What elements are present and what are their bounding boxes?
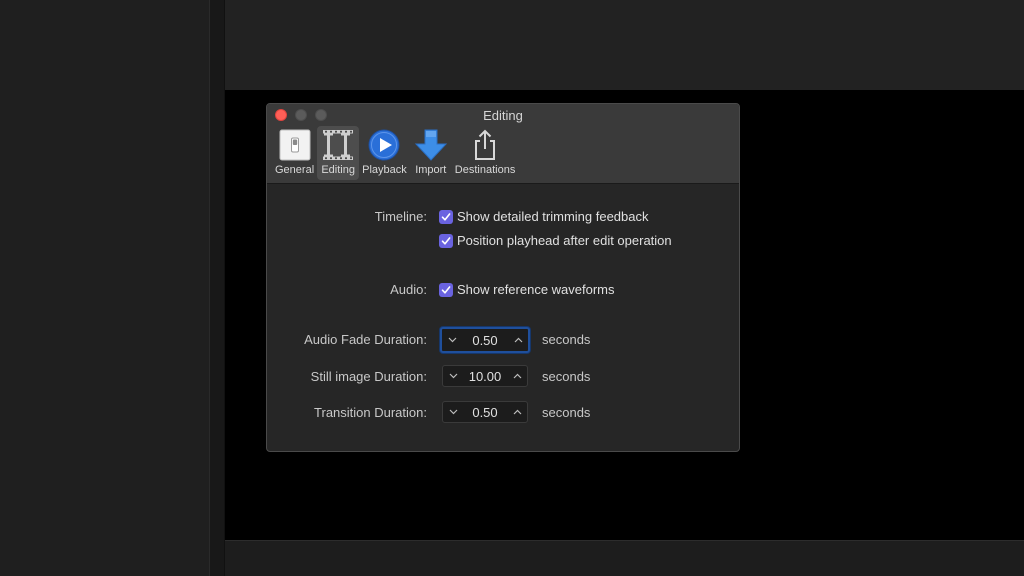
audio-fade-increment[interactable] (508, 329, 528, 351)
tab-editing-label: Editing (321, 164, 355, 176)
download-arrow-icon (413, 127, 449, 163)
position-playhead-text: Position playhead after edit operation (457, 233, 672, 248)
audio-fade-stepper[interactable]: 0.50 (440, 327, 530, 353)
library-sidebar (0, 0, 209, 576)
reference-waveforms-text: Show reference waveforms (457, 282, 615, 297)
tab-import[interactable]: Import (410, 126, 452, 180)
tab-import-label: Import (415, 164, 447, 176)
still-image-unit: seconds (542, 369, 591, 384)
tab-general-label: General (275, 164, 315, 176)
preferences-window: Editing General Editing Playback Import … (266, 103, 740, 452)
tab-destinations-label: Destinations (454, 164, 516, 176)
chevron-up-icon (514, 337, 522, 343)
chevron-down-icon (449, 373, 457, 379)
window-titlebar: Editing General Editing Playback Import … (267, 104, 739, 184)
sidebar-divider[interactable] (209, 0, 225, 576)
transition-unit: seconds (542, 405, 591, 420)
trimming-feedback-checkbox[interactable] (439, 209, 453, 224)
audio-label: Audio: (390, 282, 427, 297)
chevron-down-icon (448, 337, 456, 343)
audio-fade-label: Audio Fade Duration: (304, 332, 427, 347)
transition-label: Transition Duration: (314, 405, 427, 420)
play-icon (366, 127, 402, 163)
transition-value[interactable]: 0.50 (463, 405, 507, 420)
chevron-up-icon (513, 409, 521, 415)
editing-pane: Timeline: Show detailed trimming feedbac… (267, 184, 739, 451)
reference-waveforms-option[interactable]: Show reference waveforms (439, 282, 615, 297)
window-title: Editing (483, 108, 523, 123)
timeline-label: Timeline: (374, 209, 427, 224)
chevron-down-icon (449, 409, 457, 415)
audio-fade-unit: seconds (542, 332, 591, 347)
trim-icon (320, 127, 356, 163)
share-icon (467, 127, 503, 163)
switch-icon (277, 127, 313, 163)
transition-stepper[interactable]: 0.50 (442, 401, 528, 423)
reference-waveforms-checkbox[interactable] (439, 282, 453, 297)
browser-area (225, 0, 1024, 90)
tab-general[interactable]: General (272, 126, 317, 180)
chevron-up-icon (513, 373, 521, 379)
preferences-toolbar: General Editing Playback Import Destinat… (272, 126, 518, 180)
tab-destinations[interactable]: Destinations (452, 126, 519, 180)
still-image-decrement[interactable] (443, 366, 463, 386)
still-image-increment[interactable] (507, 366, 527, 386)
trimming-feedback-text: Show detailed trimming feedback (457, 209, 649, 224)
tab-playback-label: Playback (362, 164, 407, 176)
transition-decrement[interactable] (443, 402, 463, 422)
still-image-value[interactable]: 10.00 (463, 369, 507, 384)
still-image-label: Still image Duration: (310, 369, 427, 384)
trimming-feedback-option[interactable]: Show detailed trimming feedback (439, 209, 649, 224)
audio-fade-decrement[interactable] (442, 329, 462, 351)
audio-fade-value[interactable]: 0.50 (462, 333, 508, 348)
transition-increment[interactable] (507, 402, 527, 422)
position-playhead-checkbox[interactable] (439, 233, 453, 248)
tab-editing[interactable]: Editing (317, 126, 360, 180)
tab-playback[interactable]: Playback (359, 126, 410, 180)
timeline-area (225, 540, 1024, 576)
position-playhead-option[interactable]: Position playhead after edit operation (439, 233, 672, 248)
still-image-stepper[interactable]: 10.00 (442, 365, 528, 387)
